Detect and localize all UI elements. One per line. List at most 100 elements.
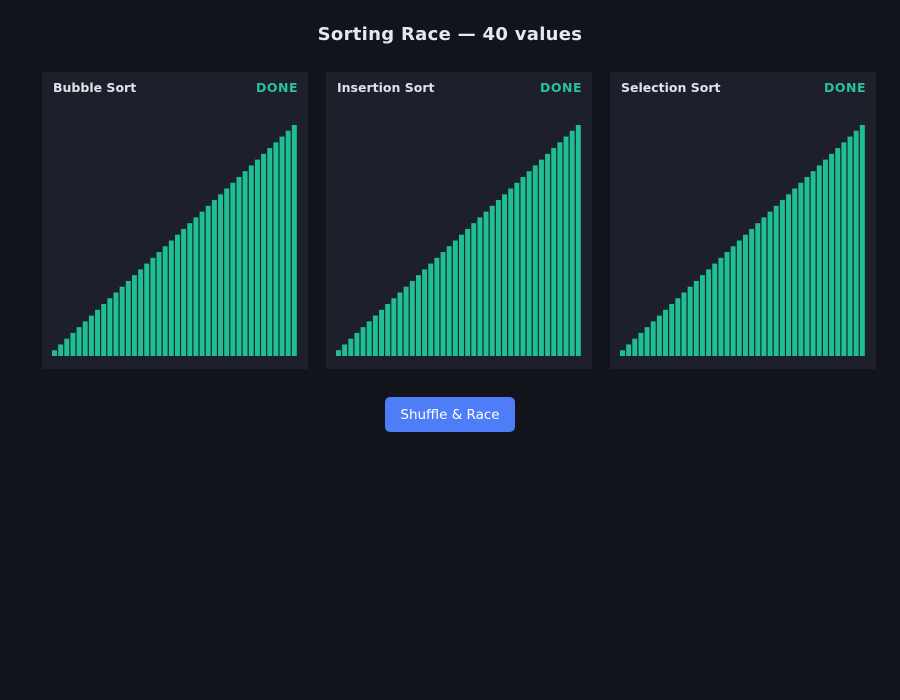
value-bar	[187, 223, 193, 356]
value-bar	[291, 125, 297, 356]
value-bar	[699, 275, 705, 356]
value-bar	[254, 159, 260, 356]
value-bar	[391, 298, 397, 356]
value-bar	[792, 188, 798, 356]
value-bar	[514, 182, 520, 356]
bars-chart	[620, 125, 865, 357]
value-bar	[199, 211, 205, 357]
value-bar	[749, 228, 755, 356]
value-bar	[798, 182, 804, 356]
value-bar	[706, 269, 712, 357]
value-bar	[520, 176, 526, 356]
value-bar	[131, 275, 137, 356]
value-bar	[125, 280, 131, 357]
value-bar	[829, 153, 835, 357]
value-bar	[736, 240, 742, 356]
value-bar	[348, 338, 354, 356]
value-bar	[532, 165, 538, 356]
value-bar	[620, 350, 625, 357]
value-bar	[193, 217, 199, 356]
value-bar	[52, 350, 57, 357]
value-bar	[773, 205, 779, 356]
value-bar	[465, 228, 471, 356]
value-bar	[545, 153, 551, 357]
value-bar	[632, 338, 638, 356]
value-bar	[712, 263, 718, 356]
value-bar	[693, 280, 699, 357]
value-bar	[730, 246, 736, 356]
value-bar	[119, 286, 125, 356]
value-bar	[205, 205, 211, 356]
value-bar	[279, 136, 285, 356]
value-bar	[663, 309, 668, 356]
value-bar	[446, 246, 452, 356]
value-bar	[385, 304, 391, 357]
value-bar	[724, 252, 730, 356]
bars-chart	[52, 125, 297, 357]
value-bar	[113, 292, 119, 356]
value-bar	[336, 350, 341, 357]
value-bar	[397, 292, 403, 356]
value-bar	[403, 286, 409, 356]
value-bar	[835, 148, 841, 356]
value-bar	[551, 148, 557, 356]
value-bar	[64, 338, 70, 356]
value-bar	[483, 211, 489, 357]
value-bar	[526, 171, 532, 356]
value-bar	[156, 252, 162, 356]
value-bar	[569, 130, 575, 356]
value-bar	[434, 257, 440, 356]
value-bar	[267, 148, 273, 356]
value-bar	[755, 223, 761, 356]
value-bar	[816, 165, 822, 356]
value-bar	[144, 263, 150, 356]
value-bar	[70, 332, 76, 356]
value-bar	[779, 200, 785, 356]
value-bar	[242, 171, 248, 356]
value-bar	[150, 257, 156, 356]
value-bar	[502, 194, 507, 356]
value-bar	[471, 223, 477, 356]
value-bar	[360, 327, 366, 357]
value-bar	[224, 188, 230, 356]
value-bar	[859, 125, 865, 356]
value-bar	[822, 159, 828, 356]
value-bar	[459, 234, 464, 356]
value-bar	[428, 263, 434, 356]
value-bar	[650, 321, 656, 356]
value-bar	[626, 344, 632, 356]
value-bar	[76, 327, 82, 357]
value-bar	[415, 275, 421, 356]
value-bar	[230, 182, 236, 356]
value-bar	[575, 125, 581, 356]
value-bar	[88, 315, 94, 356]
value-bar	[95, 309, 100, 356]
value-bar	[236, 176, 242, 356]
value-bar	[804, 176, 810, 356]
value-bar	[767, 211, 773, 357]
value-bar	[508, 188, 514, 356]
value-bar	[379, 309, 384, 356]
value-bar	[138, 269, 144, 357]
value-bar	[409, 280, 415, 357]
value-bar	[440, 252, 446, 356]
value-bar	[847, 136, 853, 356]
value-bar	[681, 292, 687, 356]
value-bar	[248, 165, 254, 356]
race-panels: Bubble Sort DONE Insertion Sort DONE Sel…	[42, 72, 876, 369]
value-bar	[841, 142, 847, 356]
value-bar	[495, 200, 501, 356]
value-bar	[761, 217, 767, 356]
panel-selection-sort: Selection Sort DONE	[610, 72, 876, 369]
value-bar	[669, 304, 675, 357]
value-bar	[168, 240, 174, 356]
value-bar	[366, 321, 372, 356]
value-bar	[107, 298, 113, 356]
value-bar	[285, 130, 291, 356]
value-bar	[175, 234, 180, 356]
value-bar	[82, 321, 88, 356]
value-bar	[743, 234, 748, 356]
shuffle-race-button[interactable]: Shuffle & Race	[385, 397, 515, 432]
value-bar	[477, 217, 483, 356]
value-bar	[273, 142, 279, 356]
